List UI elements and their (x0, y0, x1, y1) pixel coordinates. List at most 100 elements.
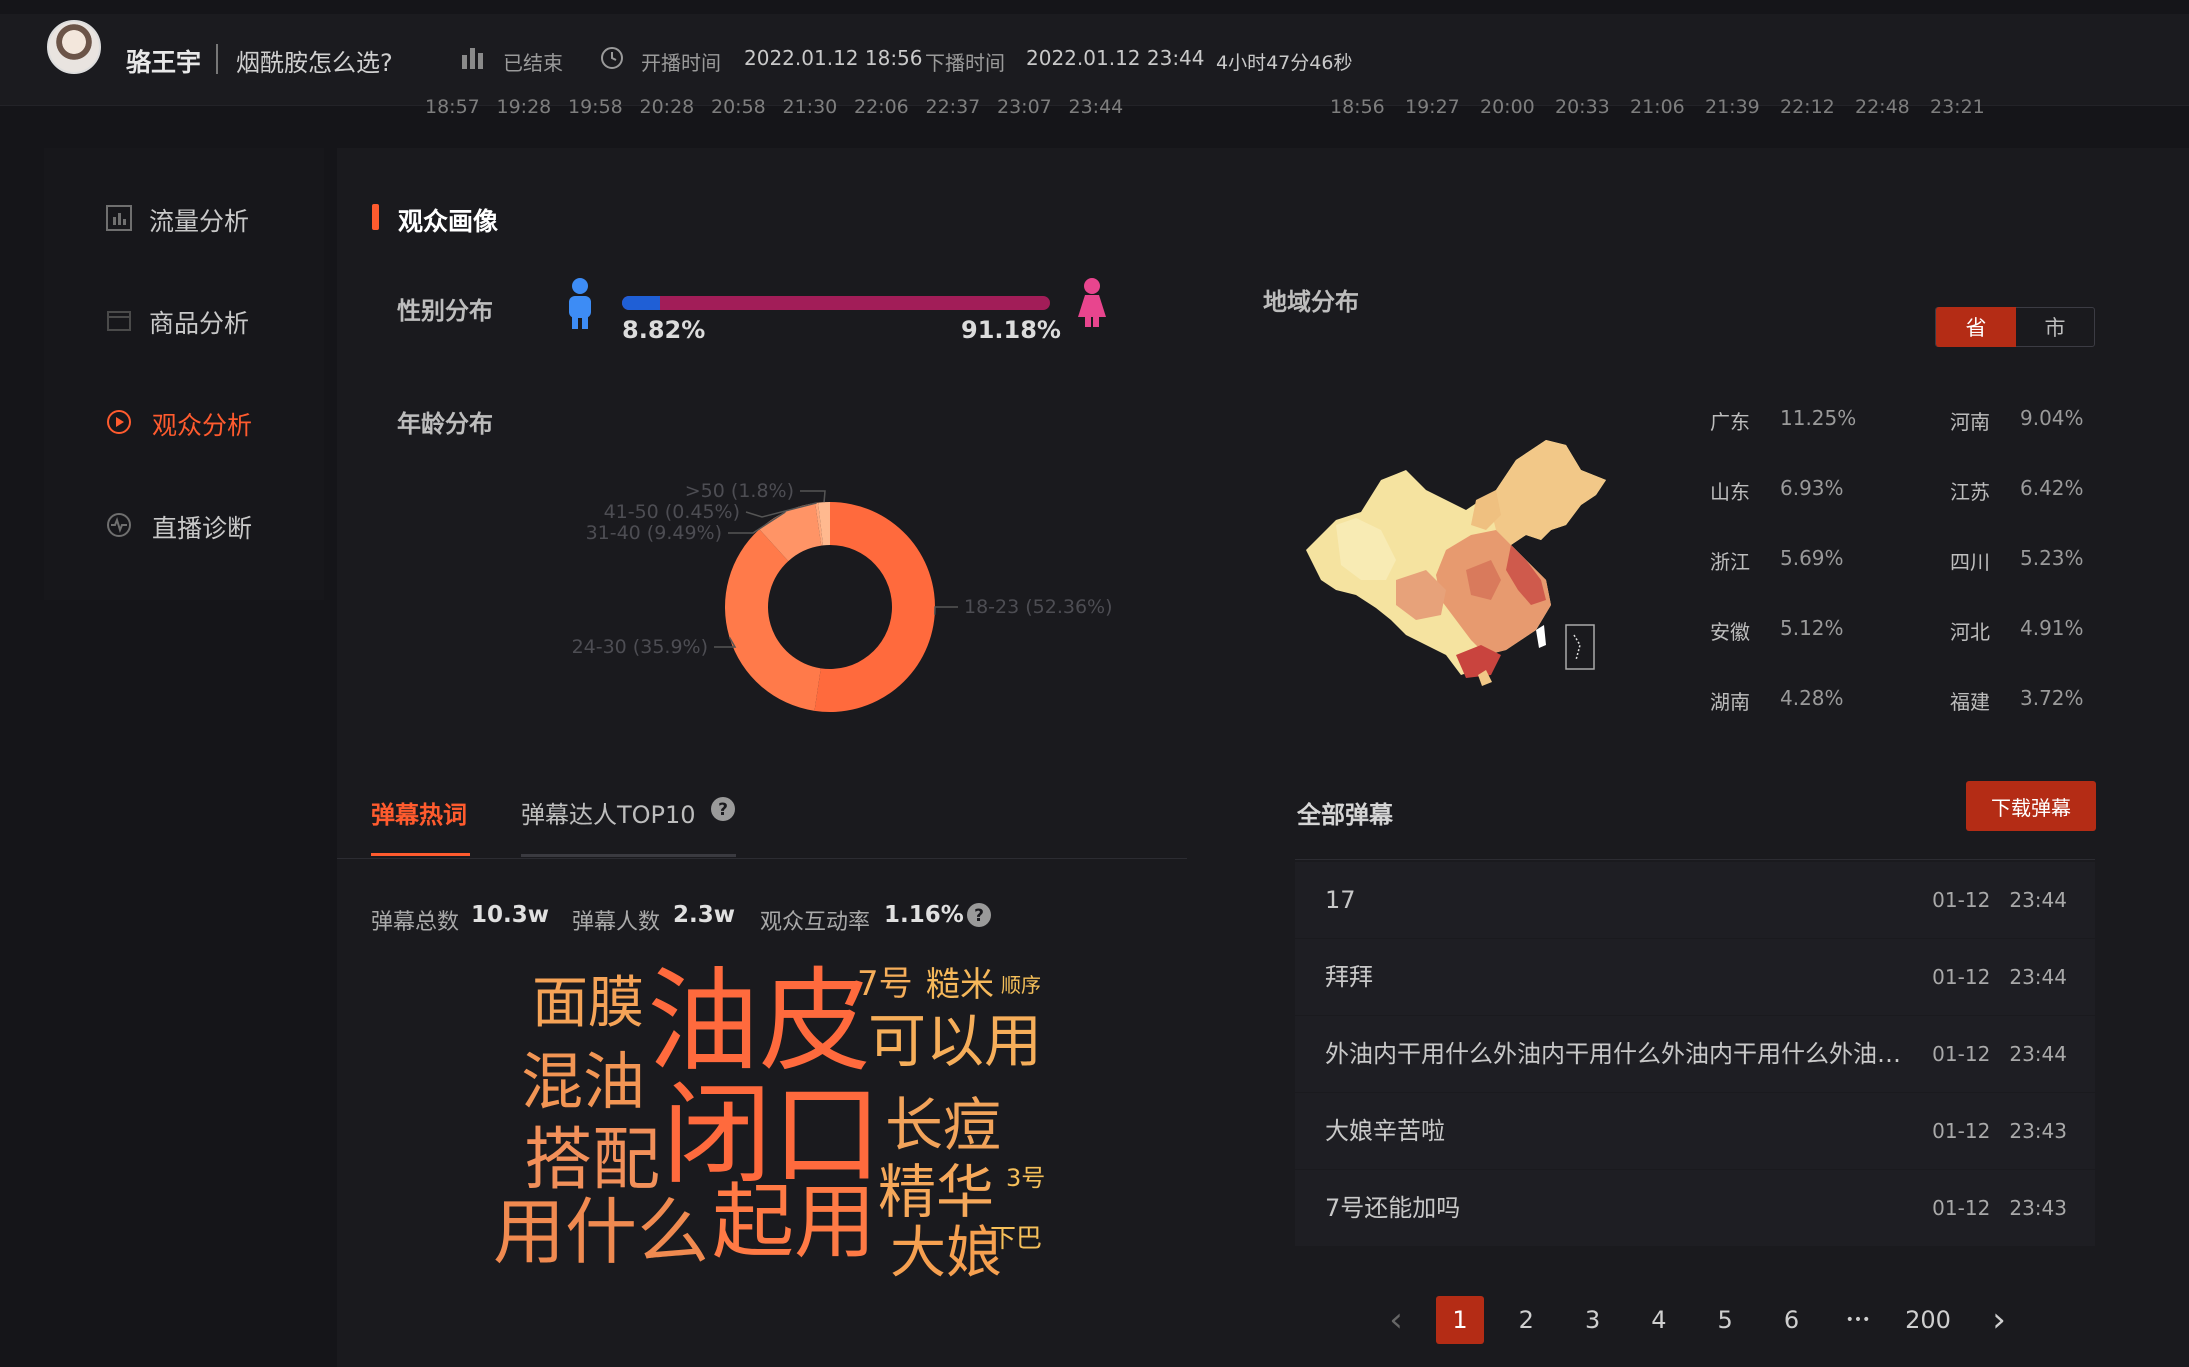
danmu-text: 17 (1325, 886, 1356, 914)
timeline-tick: 19:58 (568, 96, 623, 118)
donut-label: 41-50 (0.45%) (604, 501, 740, 523)
region-name: 山东 (1710, 480, 1750, 504)
interaction-rate-label: 观众互动率 (760, 910, 871, 935)
pagination-ellipsis[interactable]: ••• (1834, 1296, 1882, 1344)
region-name: 河北 (1950, 620, 1990, 644)
donut-slice-24-30[interactable] (725, 529, 821, 711)
tab-top10[interactable]: 弹幕达人TOP10 (521, 795, 696, 830)
word-cloud-item: 用什么 (493, 1190, 710, 1274)
donut-label-leader (933, 606, 958, 615)
header-divider (216, 44, 218, 74)
next-page-button[interactable]: › (1975, 1296, 2023, 1344)
danmu-row[interactable]: 外油内干用什么外油内干用什么外油内干用什么外油… 01-12 23:44 (1295, 1016, 2095, 1092)
svg-text:?: ? (974, 906, 984, 926)
timeline-tick: 19:28 (496, 96, 552, 118)
help-icon[interactable]: ? (710, 796, 736, 822)
female-percent: 91.18% (961, 316, 1061, 344)
timeline-tick: 20:58 (711, 96, 766, 118)
donut-slice-18-23[interactable] (814, 502, 935, 712)
toggle-city[interactable]: 市 (2015, 307, 2095, 347)
danmu-row[interactable]: 拜拜 01-12 23:44 (1295, 939, 2095, 1015)
timeline-tick: 22:37 (925, 96, 981, 118)
page-button[interactable]: 3 (1569, 1296, 1617, 1344)
region-name: 江苏 (1950, 480, 1990, 504)
danmu-row[interactable]: 17 01-12 23:44 (1295, 862, 2095, 938)
page-button[interactable]: 4 (1635, 1296, 1683, 1344)
sidebar-item-diagnosis[interactable]: 直播诊断 (152, 509, 252, 545)
timeline-tick: 23:21 (1930, 96, 1985, 118)
region-value: 5.23% (2020, 546, 2084, 570)
danmu-time: 01-12 23:43 (1932, 1196, 2067, 1220)
word-cloud-item: 面膜 (532, 971, 644, 1036)
timeline-tick: 20:28 (639, 96, 695, 118)
avatar[interactable] (47, 20, 101, 74)
china-map[interactable] (1296, 430, 1616, 690)
timeline-tick: 21:30 (782, 96, 838, 118)
word-cloud-item: 混油 (521, 1045, 646, 1118)
word-cloud-item: 油皮 (647, 957, 871, 1087)
danmu-text: 7号还能加吗 (1325, 1194, 1461, 1222)
danmu-row[interactable]: 7号还能加吗 01-12 23:43 (1295, 1170, 2095, 1246)
danmu-total-value: 10.3w (471, 902, 549, 928)
bar-chart-icon (462, 48, 483, 69)
donut-label: >50 (1.8%) (685, 480, 794, 502)
danmu-total-label: 弹幕总数 (371, 910, 460, 935)
section-marker (372, 204, 379, 230)
donut-label: 18-23 (52.36%) (964, 596, 1113, 618)
bar-chart-icon (106, 205, 132, 231)
sidebar-item-products[interactable]: 商品分析 (149, 304, 249, 340)
word-cloud-item: 3号 (1006, 1164, 1046, 1192)
danmu-time: 01-12 23:44 (1932, 1042, 2067, 1066)
sidebar-item-traffic[interactable]: 流量分析 (149, 202, 249, 238)
toggle-province[interactable]: 省 (1936, 307, 2016, 347)
page-button[interactable]: 2 (1502, 1296, 1550, 1344)
region-label: 地域分布 (1263, 288, 1359, 316)
sidebar: 流量分析 商品分析 观众分析 直播诊断 (44, 148, 324, 600)
region-value: 3.72% (2020, 686, 2084, 710)
timeline-tick: 22:06 (854, 96, 909, 118)
anchor-name: 骆王宇 (126, 48, 202, 77)
end-time-value: 2022.01.12 23:44 (1026, 46, 1205, 70)
timeline-tick: 22:12 (1780, 96, 1835, 118)
audience-title: 观众画像 (398, 207, 499, 236)
start-time-value: 2022.01.12 18:56 (744, 46, 923, 70)
prev-page-button[interactable]: ‹ (1372, 1296, 1420, 1344)
female-icon (1078, 278, 1106, 327)
word-cloud-item: 大娘 (890, 1221, 1002, 1286)
sidebar-item-audience[interactable]: 观众分析 (152, 406, 252, 442)
region-value: 4.91% (2020, 616, 2084, 640)
word-cloud-item: 起用 (712, 1175, 877, 1270)
donut-label-leader (800, 490, 826, 503)
word-cloud-item: 7号 (857, 964, 913, 1004)
danmu-text: 拜拜 (1325, 963, 1373, 991)
age-donut-chart: 18-23 (52.36%) 24-30 (35.9%) 31-40 (9.49%)… (572, 480, 1113, 712)
tab-hot-words[interactable]: 弹幕热词 (371, 795, 467, 830)
start-time-label: 开播时间 (641, 51, 721, 75)
timeline-tick: 18:57 (425, 96, 480, 118)
danmu-people-value: 2.3w (673, 902, 735, 928)
download-danmu-button[interactable]: 下载弹幕 (1966, 781, 2096, 831)
male-icon (569, 278, 591, 329)
pulse-icon (106, 512, 132, 538)
page-button[interactable]: 1 (1436, 1296, 1484, 1344)
danmu-text: 外油内干用什么外油内干用什么外油内干用什么外油… (1325, 1040, 1901, 1068)
end-time-label: 下播时间 (925, 51, 1005, 75)
svg-text:?: ? (718, 800, 728, 820)
danmu-text: 大娘辛苦啦 (1325, 1117, 1445, 1145)
region-value: 11.25% (1780, 406, 1857, 430)
danmu-time: 01-12 23:44 (1932, 965, 2067, 989)
danmu-row[interactable]: 大娘辛苦啦 01-12 23:43 (1295, 1093, 2095, 1169)
word-cloud-item: 闭口 (662, 1071, 882, 1199)
male-percent: 8.82% (622, 316, 706, 344)
timeline-tick: 20:00 (1480, 96, 1535, 118)
page-button[interactable]: 200 (1904, 1296, 1952, 1344)
region-value: 6.93% (1780, 476, 1844, 500)
live-status: 已结束 (503, 51, 563, 75)
donut-label: 31-40 (9.49%) (586, 522, 722, 544)
danmu-people-label: 弹幕人数 (572, 910, 661, 935)
help-icon[interactable]: ? (966, 902, 992, 928)
page-button[interactable]: 5 (1701, 1296, 1749, 1344)
gender-bar (622, 296, 1050, 310)
play-circle-icon (106, 409, 132, 435)
page-button[interactable]: 6 (1768, 1296, 1816, 1344)
